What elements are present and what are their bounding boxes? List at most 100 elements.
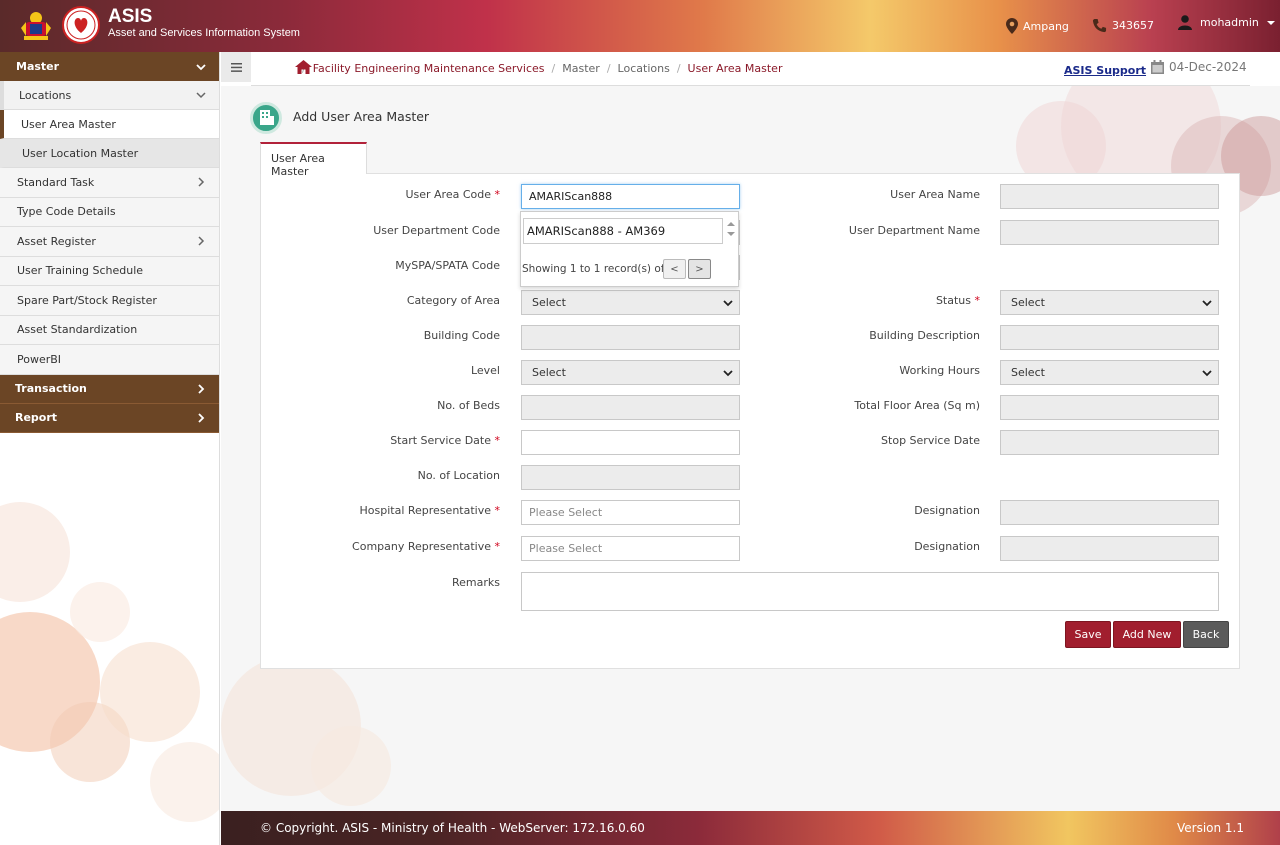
breadcrumb-separator: /: [676, 62, 681, 75]
sidebar-section-label: Transaction: [15, 382, 87, 395]
sidebar-section-report[interactable]: Report: [0, 403, 219, 433]
remarks-textarea[interactable]: [521, 572, 1219, 611]
label-text: User Area Code: [405, 188, 491, 201]
company-designation-input: [1000, 536, 1219, 561]
next-page-button[interactable]: >: [688, 259, 711, 279]
breadcrumb-item-user-area-master: User Area Master: [687, 62, 783, 75]
building-code-input: [521, 325, 740, 350]
chevron-down-icon: [196, 92, 206, 99]
sidebar-item-label: Asset Register: [17, 234, 96, 248]
phone-icon: [1092, 18, 1107, 33]
status-select[interactable]: Select: [1000, 290, 1219, 315]
moh-logo: [62, 6, 100, 44]
sidebar-item-spare-part-stock-register[interactable]: Spare Part/Stock Register: [0, 286, 219, 316]
start-service-date-input[interactable]: [521, 430, 740, 455]
hospital-representative-input[interactable]: Please Select: [521, 500, 740, 525]
pagination-info: Showing 1 to 1 record(s) of 1: [522, 263, 675, 275]
hospital-representative-label: Hospital Representative *: [300, 504, 501, 517]
required-marker: *: [494, 188, 501, 201]
sidebar-item-type-code-details[interactable]: Type Code Details: [0, 197, 219, 227]
sidebar-section-transaction[interactable]: Transaction: [0, 374, 219, 404]
level-label: Level: [470, 364, 500, 377]
brand-subtitle: Asset and Services Information System: [108, 27, 300, 39]
sidebar-item-user-training-schedule[interactable]: User Training Schedule: [0, 256, 219, 286]
stop-service-date-input: [1000, 430, 1219, 455]
app-footer: © Copyright. ASIS - Ministry of Health -…: [221, 811, 1280, 845]
sidebar-item-powerbi[interactable]: PowerBI: [0, 345, 219, 375]
user-area-code-label: User Area Code *: [300, 188, 500, 201]
required-marker: *: [494, 504, 501, 517]
scroll-up-icon: [727, 222, 735, 226]
sidebar-item-asset-standardization[interactable]: Asset Standardization: [0, 315, 219, 345]
sidebar-item-standard-task[interactable]: Standard Task: [0, 168, 219, 198]
breadcrumb-item-master[interactable]: Master: [562, 62, 600, 75]
page-title: Add User Area Master: [293, 109, 430, 124]
hamburger-icon: [230, 62, 242, 72]
sidebar-item-user-location-master[interactable]: User Location Master: [0, 139, 219, 168]
location-text: Ampang: [1023, 19, 1069, 33]
footer-version: Version 1.1: [1176, 821, 1244, 835]
breadcrumb-separator: /: [606, 62, 611, 75]
decorative-bokeh-background: [0, 502, 219, 822]
sidebar-item-label: Standard Task: [17, 175, 95, 189]
stop-service-date-label: Stop Service Date: [881, 434, 980, 447]
footer-copyright: © Copyright. ASIS - Ministry of Health -…: [260, 821, 645, 835]
remarks-label: Remarks: [452, 576, 500, 589]
home-icon[interactable]: [295, 60, 312, 74]
chevron-down-icon: [1202, 370, 1212, 377]
back-button[interactable]: Back: [1183, 621, 1229, 648]
asis-support-link[interactable]: ASIS Support: [1064, 64, 1146, 77]
building-description-label: Building Description: [869, 329, 980, 342]
user-department-name-input: [1000, 220, 1219, 245]
building-code-label: Building Code: [423, 329, 500, 342]
add-new-button[interactable]: Add New: [1113, 621, 1181, 648]
dropdown-scrollbar[interactable]: [725, 220, 737, 242]
breadcrumb-item-locations[interactable]: Locations: [618, 62, 670, 75]
total-floor-area-input: [1000, 395, 1219, 420]
date-text: 04-Dec-2024: [1169, 60, 1247, 74]
caret-down-icon: [1266, 20, 1275, 25]
label-text: Status: [935, 294, 971, 307]
tab-user-area-master[interactable]: User Area Master: [260, 142, 367, 178]
sidebar-toggle-button[interactable]: [221, 52, 251, 82]
location-indicator[interactable]: Ampang: [1006, 18, 1069, 34]
sidebar-section-master[interactable]: Master: [0, 52, 219, 81]
chevron-right-icon: [198, 412, 205, 423]
sidebar-item-label: Locations: [19, 88, 72, 102]
autocomplete-dropdown: AMARIScan888 - AM369 Showing 1 to 1 reco…: [520, 211, 739, 287]
label-text: Start Service Date: [390, 434, 491, 447]
select-value: Select: [532, 366, 566, 379]
sidebar-item-locations[interactable]: Locations: [0, 81, 219, 110]
working-hours-label: Working Hours: [899, 364, 980, 377]
sidebar-item-user-area-master[interactable]: User Area Master: [0, 110, 219, 139]
hospital-designation-label: Designation: [914, 504, 980, 517]
prev-page-button[interactable]: <: [663, 259, 686, 279]
sidebar-item-asset-register[interactable]: Asset Register: [0, 227, 219, 257]
user-area-name-input: [1000, 184, 1219, 209]
user-menu[interactable]: mohadmin: [1178, 15, 1275, 30]
sidebar-item-label: PowerBI: [17, 352, 62, 366]
required-marker: *: [494, 434, 501, 447]
no-of-location-label: No. of Location: [417, 469, 500, 482]
working-hours-select[interactable]: Select: [1000, 360, 1219, 385]
label-text: Hospital Representative: [359, 504, 492, 517]
user-area-code-input[interactable]: AMARIScan888: [521, 184, 740, 209]
level-select[interactable]: Select: [521, 360, 740, 385]
phone-indicator[interactable]: 343657: [1092, 18, 1154, 33]
save-button[interactable]: Save: [1065, 621, 1111, 648]
scroll-down-icon: [727, 232, 735, 236]
chevron-down-icon: [723, 300, 733, 307]
select-value: Select: [1011, 296, 1045, 309]
user-area-name-label: User Area Name: [890, 188, 980, 201]
category-of-area-select[interactable]: Select: [521, 290, 740, 315]
company-representative-input[interactable]: Please Select: [521, 536, 740, 561]
sidebar: Master Locations User Area Master User L…: [0, 52, 220, 845]
status-label: Status *: [780, 294, 980, 307]
autocomplete-option[interactable]: AMARIScan888 - AM369: [523, 218, 723, 244]
start-service-date-label: Start Service Date *: [300, 434, 500, 447]
brand-title: ASIS: [108, 6, 153, 27]
sidebar-section-label: Report: [15, 411, 58, 424]
sidebar-item-label: Asset Standardization: [17, 323, 138, 337]
breadcrumb-item-facility[interactable]: Facility Engineering Maintenance Service…: [313, 62, 545, 75]
chevron-down-icon: [196, 63, 206, 70]
